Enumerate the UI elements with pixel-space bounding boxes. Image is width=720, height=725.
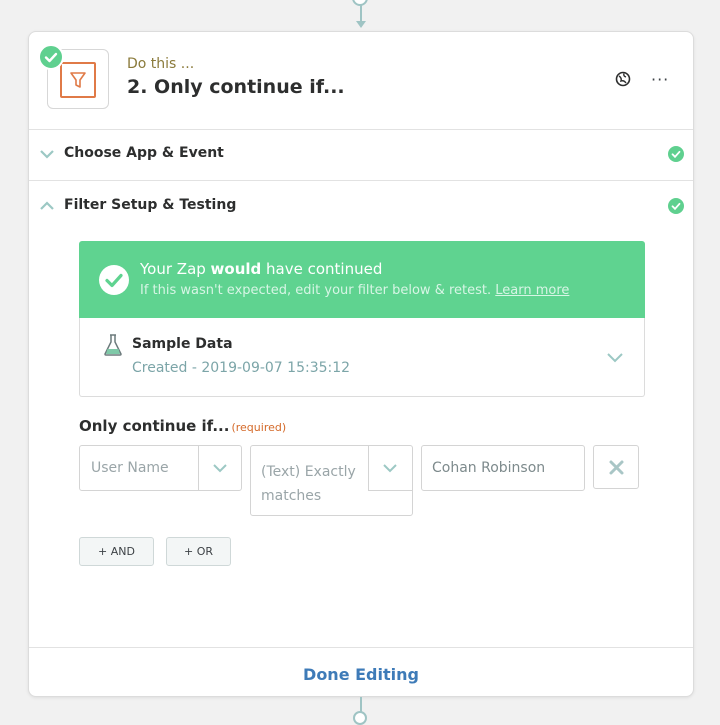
learn-more-link[interactable]: Learn more [495,283,569,298]
remove-condition-button[interactable] [593,445,639,489]
required-marker: (required) [231,421,287,434]
add-and-button[interactable]: + AND [79,537,154,566]
flow-node-bottom [353,711,367,725]
chevron-down-icon [40,150,54,159]
test-result-banner: Your Zap would have continued If this wa… [79,241,645,318]
chevron-down-icon [383,464,397,473]
complete-check-icon [668,198,684,214]
flow-arrow-icon [356,21,366,28]
value-input[interactable]: Cohan Robinson [421,445,585,491]
close-icon [609,460,624,475]
sample-data-panel[interactable]: Sample Data Created - 2019-09-07 15:35:1… [79,318,645,397]
chevron-down-icon[interactable] [606,352,624,364]
result-subtitle: If this wasn't expected, edit your filte… [140,283,570,298]
step-title[interactable]: 2. Only continue if... [127,76,345,98]
done-editing-button[interactable]: Done Editing [29,665,693,684]
step-complete-check-icon [38,44,64,70]
sample-title: Sample Data [132,336,233,352]
more-options-button[interactable]: ··· [651,70,669,89]
filter-label: Only continue if... (required) [79,417,287,435]
section-filter-setup-testing[interactable]: Filter Setup & Testing [29,181,693,232]
card-footer: Done Editing [29,647,693,698]
condition-select[interactable]: (Text) Exactly matches [250,445,413,516]
condition-select-value: (Text) Exactly matches [261,464,356,504]
step-card: Do this ... 2. Only continue if... ··· C… [28,31,694,697]
section-label: Choose App & Event [64,145,224,161]
add-or-button[interactable]: + OR [166,537,231,566]
flow-node-top [352,0,368,6]
flask-icon [104,334,122,356]
chevron-down-icon [213,464,227,473]
globe-icon[interactable] [615,71,631,87]
success-check-icon [99,265,129,295]
chevron-up-icon [40,201,54,210]
complete-check-icon [668,146,684,162]
result-title: Your Zap would have continued [140,260,383,278]
field-select-value: User Name [91,460,169,476]
step-kicker: Do this ... [127,56,195,72]
sample-created-date: Created - 2019-09-07 15:35:12 [132,360,351,376]
field-select[interactable]: User Name [79,445,242,491]
section-label: Filter Setup & Testing [64,197,237,213]
value-input-text: Cohan Robinson [432,460,546,476]
step-header[interactable]: Do this ... 2. Only continue if... ··· [29,32,693,130]
section-choose-app-event[interactable]: Choose App & Event [29,129,693,181]
